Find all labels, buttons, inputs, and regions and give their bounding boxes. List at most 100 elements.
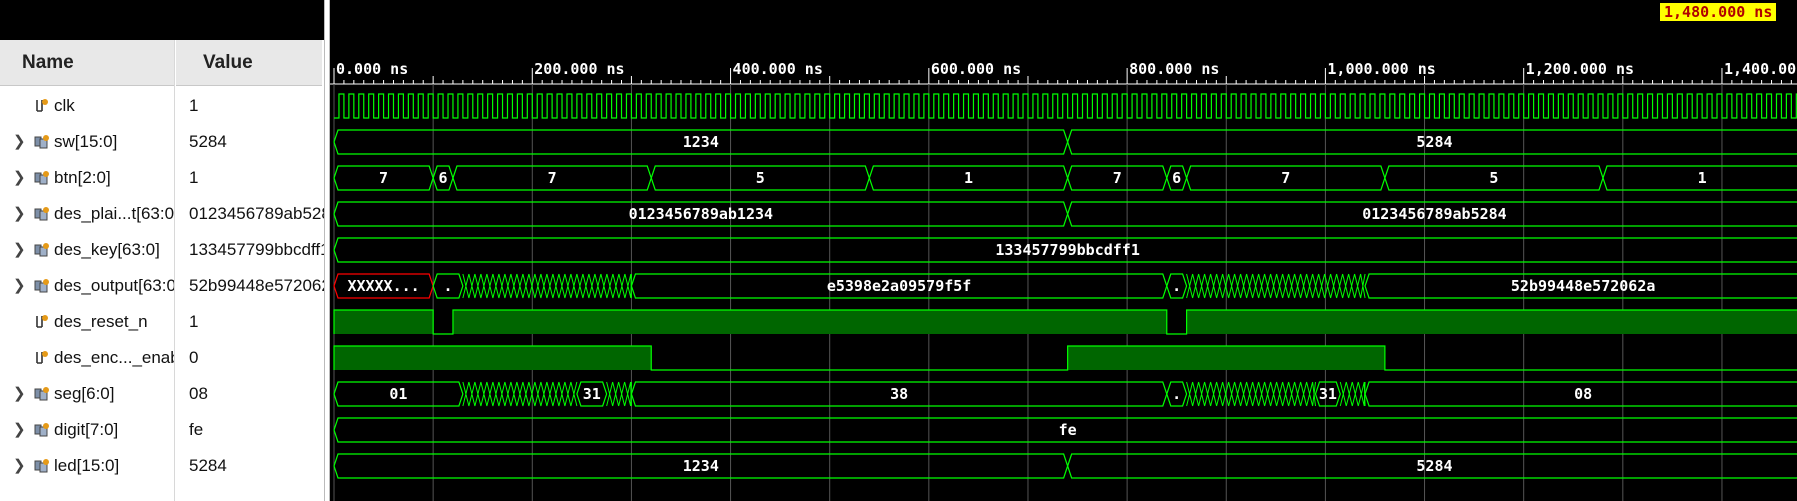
- signal-name: des_reset_n: [54, 312, 148, 331]
- signal-row-name[interactable]: des_enc..._enab: [0, 340, 176, 376]
- signal-name: btn[2:0]: [54, 168, 111, 187]
- signal-name-panel: Name clk ❯ sw[15:0] ❯ btn[2:0] ❯ des_plai...t[…: [0, 0, 176, 501]
- signal-value: 133457799bbcdff1: [189, 240, 324, 259]
- signal-row-value[interactable]: fe: [176, 412, 324, 448]
- bus-value-label: 52b99448e572062a: [1511, 277, 1656, 295]
- signal-name: clk: [54, 96, 75, 115]
- signal-name: led[15:0]: [54, 456, 120, 475]
- ruler-tick-label: 1,200.000 ns: [1526, 60, 1634, 78]
- ruler-tick-label: 0.000 ns: [336, 60, 408, 78]
- signal-row-name[interactable]: ❯ led[15:0]: [0, 448, 176, 484]
- chevron-right-icon[interactable]: ❯: [13, 412, 26, 448]
- signal-name: des_enc..._enab: [54, 348, 176, 367]
- signal-row-name[interactable]: ❯ des_key[63:0]: [0, 232, 176, 268]
- bus-toggle-region: [1186, 381, 1316, 407]
- value-column-header[interactable]: Value: [176, 40, 322, 86]
- signal-row-name[interactable]: ❯ des_output[63:0]: [0, 268, 176, 304]
- bus-value-label: 0123456789ab5284: [1362, 205, 1507, 223]
- bus-value-label: 1: [964, 169, 973, 187]
- signal-name: sw[15:0]: [54, 132, 118, 151]
- signal-value: 0: [189, 348, 199, 367]
- signal-name: des_key[63:0]: [54, 240, 160, 259]
- ruler-tick-label: 400.000 ns: [733, 60, 823, 78]
- signal-value: 0123456789ab5284: [189, 204, 324, 223]
- signal-name: seg[6:0]: [54, 384, 115, 403]
- signal-row-name[interactable]: ❯ digit[7:0]: [0, 412, 176, 448]
- bus-value-label: fe: [1059, 421, 1077, 439]
- signal-value-panel: Value 1 5284 1 0123456789ab5284 133457799bbc…: [176, 0, 324, 501]
- bus-value-label: 6: [439, 169, 448, 187]
- bus-value-label: .: [443, 277, 452, 295]
- signal-name: des_output[63:0]: [54, 276, 176, 295]
- signal-row-value[interactable]: 52b99448e572062a: [176, 268, 324, 304]
- bus-value-label: 38: [890, 385, 908, 403]
- chevron-right-icon[interactable]: ❯: [13, 268, 26, 304]
- bus-value-label: XXXXX...: [347, 277, 419, 295]
- bus-value-label: 0123456789ab1234: [629, 205, 774, 223]
- signal-value: 1: [189, 312, 199, 331]
- ruler-tick-label: 1,000.000 ns: [1327, 60, 1435, 78]
- bus-value-label: 1234: [683, 457, 719, 475]
- signal-value: 5284: [189, 132, 227, 151]
- signal-row-value[interactable]: 5284: [176, 124, 324, 160]
- signal-row-value[interactable]: 08: [176, 376, 324, 412]
- signal-row-name[interactable]: ❯ sw[15:0]: [0, 124, 176, 160]
- signal-value: 5284: [189, 456, 227, 475]
- chevron-right-icon[interactable]: ❯: [13, 196, 26, 232]
- bus-toggle-region: [462, 381, 578, 407]
- signal-row-value[interactable]: 1: [176, 88, 324, 124]
- signal-name: digit[7:0]: [54, 420, 119, 439]
- bus-value-label: .: [1172, 385, 1181, 403]
- bus-toggle-region: [1339, 381, 1366, 407]
- bus-value-label: e5398e2a09579f5f: [827, 277, 972, 295]
- bus-toggle-region: [1186, 273, 1366, 299]
- chevron-right-icon[interactable]: ❯: [13, 376, 26, 412]
- bus-value-label: 1: [1698, 169, 1707, 187]
- bus-value-label: 31: [1319, 385, 1337, 403]
- bus-value-label: 1234: [683, 133, 719, 151]
- waveform-pane[interactable]: 0.000 ns 200.000 ns 400.000 ns 600.000 ns 80…: [330, 0, 1797, 501]
- signal-value: 1: [189, 96, 199, 115]
- bus-value-label: 7: [1113, 169, 1122, 187]
- clk-waveform: [334, 93, 1797, 119]
- signal-row-value[interactable]: 1: [176, 304, 324, 340]
- signal-row-value[interactable]: 133457799bbcdff1: [176, 232, 324, 268]
- ruler-tick-label: 1,400.00: [1724, 60, 1796, 78]
- signal-name: des_plai...t[63:0]: [54, 204, 176, 223]
- bus-value-label: 5: [1489, 169, 1498, 187]
- signal-row-value[interactable]: 0: [176, 340, 324, 376]
- chevron-right-icon[interactable]: ❯: [13, 160, 26, 196]
- chevron-right-icon[interactable]: ❯: [13, 232, 26, 268]
- chevron-right-icon[interactable]: ❯: [13, 124, 26, 160]
- signal-value: 08: [189, 384, 208, 403]
- bus-value-label: 08: [1574, 385, 1592, 403]
- signal-value: 1: [189, 168, 199, 187]
- name-column-header[interactable]: Name: [0, 40, 174, 86]
- bus-value-label: 6: [1172, 169, 1181, 187]
- signal-row-name[interactable]: des_reset_n: [0, 304, 176, 340]
- chevron-right-icon[interactable]: ❯: [13, 448, 26, 484]
- signal-row-name[interactable]: ❯ seg[6:0]: [0, 376, 176, 412]
- bit-high-region: [334, 346, 652, 370]
- signal-row-name[interactable]: ❯ btn[2:0]: [0, 160, 176, 196]
- signal-row-name[interactable]: ❯ des_plai...t[63:0]: [0, 196, 176, 232]
- bit-waveform: [333, 345, 1797, 371]
- signal-row-value[interactable]: 1: [176, 160, 324, 196]
- signal-value: fe: [189, 420, 204, 439]
- bus-value-label: 5: [756, 169, 765, 187]
- ruler-tick-label: 800.000 ns: [1129, 60, 1219, 78]
- ruler-tick-label: 600.000 ns: [931, 60, 1021, 78]
- signal-value: 52b99448e572062a: [189, 276, 324, 295]
- ruler-tick-label: 200.000 ns: [534, 60, 624, 78]
- waveform-viewer: Name clk ❯ sw[15:0] ❯ btn[2:0] ❯ des_plai...t[…: [0, 0, 1797, 501]
- bit-high-region: [334, 310, 434, 334]
- bus-value-label: 5284: [1416, 457, 1452, 475]
- signal-row-value[interactable]: 0123456789ab5284: [176, 196, 324, 232]
- waveform-canvas[interactable]: 0.000 ns 200.000 ns 400.000 ns 600.000 ns 80…: [330, 0, 1797, 501]
- signal-row-value[interactable]: 5284: [176, 448, 324, 484]
- bit-high-region: [1067, 346, 1385, 370]
- signal-row-name[interactable]: clk: [0, 88, 176, 124]
- bus-value-label: .: [1172, 277, 1181, 295]
- bit-high-region: [452, 310, 1167, 334]
- bus-value-label: 01: [389, 385, 407, 403]
